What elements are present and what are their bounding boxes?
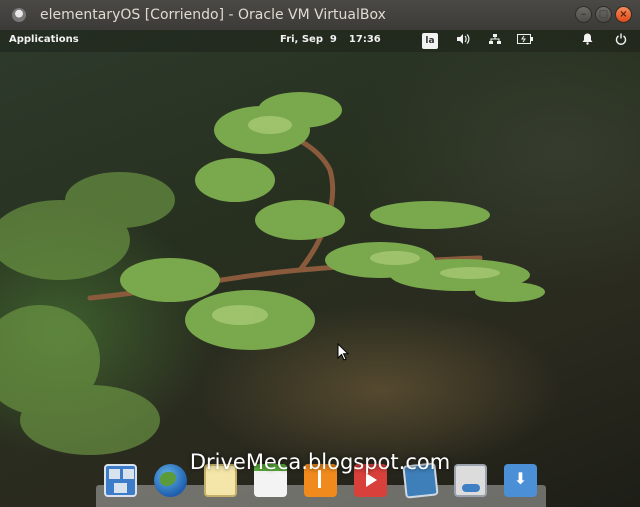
network-icon[interactable] bbox=[487, 33, 503, 49]
shutdown-icon[interactable] bbox=[614, 33, 628, 49]
date-label: Fri, Sep 9 bbox=[280, 34, 337, 45]
top-panel: Applications Fri, Sep 9 17:36 la bbox=[0, 30, 640, 52]
close-button[interactable]: × bbox=[615, 6, 632, 23]
notifications-icon[interactable] bbox=[580, 33, 594, 49]
datetime-indicator[interactable]: Fri, Sep 9 17:36 bbox=[280, 34, 393, 45]
desktop-wallpaper[interactable]: Applications Fri, Sep 9 17:36 la ⬇ Drive… bbox=[0, 30, 640, 507]
minimize-button[interactable]: – bbox=[575, 6, 592, 23]
window-title: elementaryOS [Corriendo] - Oracle VM Vir… bbox=[40, 7, 386, 23]
keyboard-layout-indicator[interactable]: la bbox=[422, 33, 438, 49]
maximize-button[interactable]: □ bbox=[595, 6, 612, 23]
window-titlebar[interactable]: elementaryOS [Corriendo] - Oracle VM Vir… bbox=[0, 0, 640, 30]
power-icon[interactable] bbox=[516, 33, 534, 49]
time-label: 17:36 bbox=[348, 34, 381, 45]
wallpaper-foliage bbox=[0, 92, 545, 455]
sound-icon[interactable] bbox=[455, 33, 471, 49]
window-controls: – □ × bbox=[575, 6, 632, 23]
mouse-cursor-icon bbox=[337, 343, 349, 361]
applications-menu[interactable]: Applications bbox=[9, 34, 79, 45]
virtualbox-icon bbox=[12, 8, 26, 22]
watermark: DriveMeca.blogspot.com bbox=[189, 450, 451, 474]
